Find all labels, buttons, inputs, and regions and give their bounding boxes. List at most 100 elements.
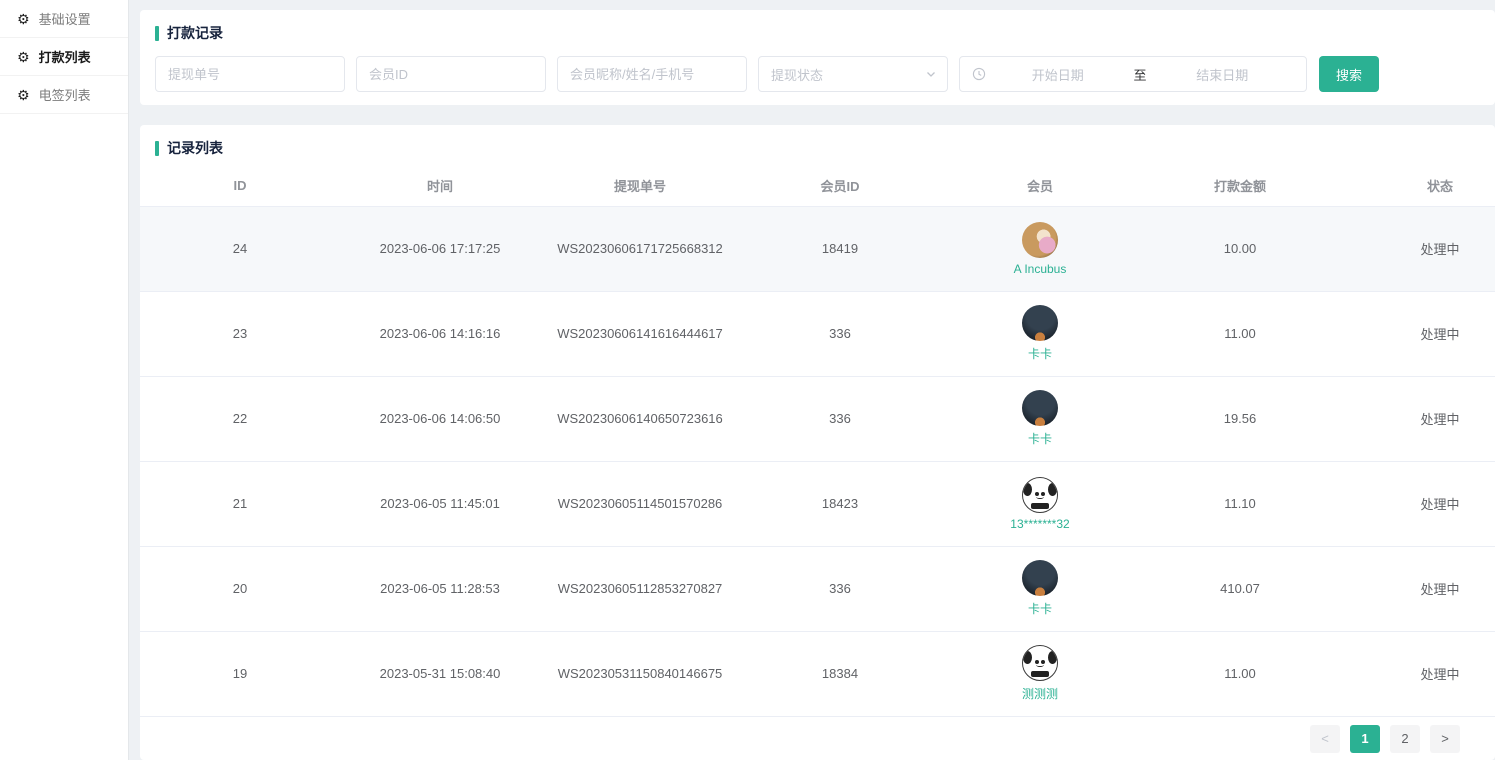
cell-id: 19: [140, 631, 340, 716]
cell-status: 处理中: [1340, 291, 1495, 376]
cell-time: 2023-05-31 15:08:40: [340, 631, 540, 716]
cell-id: 23: [140, 291, 340, 376]
withdraw-status-select[interactable]: 提现状态: [758, 56, 948, 92]
col-header-id: ID: [140, 166, 340, 206]
member-avatar: [1022, 645, 1058, 681]
col-header-member-id: 会员ID: [740, 166, 940, 206]
cell-amount: 11.00: [1140, 631, 1340, 716]
pagination: < 1 2 >: [1300, 725, 1460, 753]
cell-member-id: 18423: [740, 461, 940, 546]
order-no-input[interactable]: [155, 56, 345, 92]
title-accent-bar: [155, 26, 159, 41]
sidebar-item-label: 打款列表: [39, 47, 91, 66]
cell-status: 处理中: [1340, 376, 1495, 461]
cell-time: 2023-06-06 17:17:25: [340, 206, 540, 291]
section-title-text: 打款记录: [167, 23, 223, 43]
cell-id: 24: [140, 206, 340, 291]
cell-status: 处理中: [1340, 206, 1495, 291]
member-name-input[interactable]: [557, 56, 747, 92]
member-avatar: [1022, 390, 1058, 426]
cell-order-no: WS20230606140650723616: [540, 376, 740, 461]
member-avatar: [1022, 222, 1058, 258]
table-row: 19 2023-05-31 15:08:40 WS202305311508401…: [140, 631, 1495, 716]
pagination-prev-button[interactable]: <: [1310, 725, 1340, 753]
pagination-page-2[interactable]: 2: [1390, 725, 1420, 753]
cell-order-no: WS20230605114501570286: [540, 461, 740, 546]
cell-order-no: WS20230531150840146675: [540, 631, 740, 716]
member-name-link[interactable]: 卡卡: [1028, 430, 1052, 447]
cell-member: 卡卡: [940, 376, 1140, 461]
cell-order-no: WS20230606141616444617: [540, 291, 740, 376]
section-title-text: 记录列表: [167, 138, 223, 158]
cell-member-id: 336: [740, 291, 940, 376]
cell-member-id: 18384: [740, 631, 940, 716]
section-title-records-list: 记录列表: [140, 138, 1495, 158]
select-placeholder: 提现状态: [771, 65, 925, 84]
member-name-link[interactable]: A Incubus: [1014, 262, 1067, 276]
cell-member: 卡卡: [940, 546, 1140, 631]
member-name-link[interactable]: 测测测: [1022, 685, 1058, 702]
section-title-payment-records: 打款记录: [155, 23, 1495, 43]
pagination-page-1[interactable]: 1: [1350, 725, 1380, 753]
cell-time: 2023-06-06 14:06:50: [340, 376, 540, 461]
cell-status: 处理中: [1340, 461, 1495, 546]
sidebar: ⚙ 基础设置 ⚙ 打款列表 ⚙ 电签列表: [0, 0, 129, 760]
member-avatar: [1022, 560, 1058, 596]
cell-time: 2023-06-05 11:45:01: [340, 461, 540, 546]
sidebar-item-payment-list[interactable]: ⚙ 打款列表: [0, 38, 128, 76]
gear-icon: ⚙: [17, 12, 30, 26]
gear-icon: ⚙: [17, 50, 30, 64]
cell-time: 2023-06-05 11:28:53: [340, 546, 540, 631]
cell-member-id: 336: [740, 546, 940, 631]
col-header-amount: 打款金额: [1140, 166, 1340, 206]
cell-order-no: WS20230605112853270827: [540, 546, 740, 631]
records-table: ID 时间 提现单号 会员ID 会员 打款金额 状态 24 2023-06-06…: [140, 166, 1495, 717]
col-header-time: 时间: [340, 166, 540, 206]
cell-id: 20: [140, 546, 340, 631]
pagination-next-button[interactable]: >: [1430, 725, 1460, 753]
cell-amount: 11.10: [1140, 461, 1340, 546]
col-header-status: 状态: [1340, 166, 1495, 206]
member-id-input[interactable]: [356, 56, 546, 92]
member-name-link[interactable]: 13*******32: [1010, 517, 1069, 531]
cell-member: 测测测: [940, 631, 1140, 716]
table-row: 23 2023-06-06 14:16:16 WS202306061416164…: [140, 291, 1495, 376]
member-name-link[interactable]: 卡卡: [1028, 345, 1052, 362]
cell-status: 处理中: [1340, 546, 1495, 631]
cell-order-no: WS20230606171725668312: [540, 206, 740, 291]
sidebar-item-esign-list[interactable]: ⚙ 电签列表: [0, 76, 128, 114]
cell-amount: 10.00: [1140, 206, 1340, 291]
table-row: 22 2023-06-06 14:06:50 WS202306061406507…: [140, 376, 1495, 461]
sidebar-item-basic-settings[interactable]: ⚙ 基础设置: [0, 0, 128, 38]
cell-member: A Incubus: [940, 206, 1140, 291]
chevron-down-icon: [925, 68, 937, 80]
cell-time: 2023-06-06 14:16:16: [340, 291, 540, 376]
title-accent-bar: [155, 141, 159, 156]
cell-status: 处理中: [1340, 631, 1495, 716]
cell-id: 22: [140, 376, 340, 461]
main-content: 打款记录 提现状态 开始日期 至 结束日期 搜索: [130, 0, 1495, 760]
cell-amount: 410.07: [1140, 546, 1340, 631]
search-button[interactable]: 搜索: [1319, 56, 1379, 92]
col-header-order-no: 提现单号: [540, 166, 740, 206]
member-avatar: [1022, 305, 1058, 341]
table-row: 21 2023-06-05 11:45:01 WS202306051145015…: [140, 461, 1495, 546]
date-range-picker[interactable]: 开始日期 至 结束日期: [959, 56, 1307, 92]
cell-member-id: 336: [740, 376, 940, 461]
table-header-row: ID 时间 提现单号 会员ID 会员 打款金额 状态: [140, 166, 1495, 206]
member-name-link[interactable]: 卡卡: [1028, 600, 1052, 617]
date-separator: 至: [1130, 65, 1151, 84]
cell-member: 13*******32: [940, 461, 1140, 546]
cell-amount: 11.00: [1140, 291, 1340, 376]
table-row: 24 2023-06-06 17:17:25 WS202306061717256…: [140, 206, 1495, 291]
date-end-placeholder: 结束日期: [1151, 65, 1295, 84]
date-start-placeholder: 开始日期: [986, 65, 1130, 84]
records-list-card: 记录列表 ID 时间 提现单号 会员ID 会员 打款金额 状态 24 2023-…: [140, 125, 1495, 760]
col-header-member: 会员: [940, 166, 1140, 206]
cell-amount: 19.56: [1140, 376, 1340, 461]
table-row: 20 2023-06-05 11:28:53 WS202306051128532…: [140, 546, 1495, 631]
filter-row: 提现状态 开始日期 至 结束日期 搜索: [155, 56, 1495, 92]
cell-member-id: 18419: [740, 206, 940, 291]
member-avatar: [1022, 477, 1058, 513]
clock-icon: [972, 67, 986, 81]
